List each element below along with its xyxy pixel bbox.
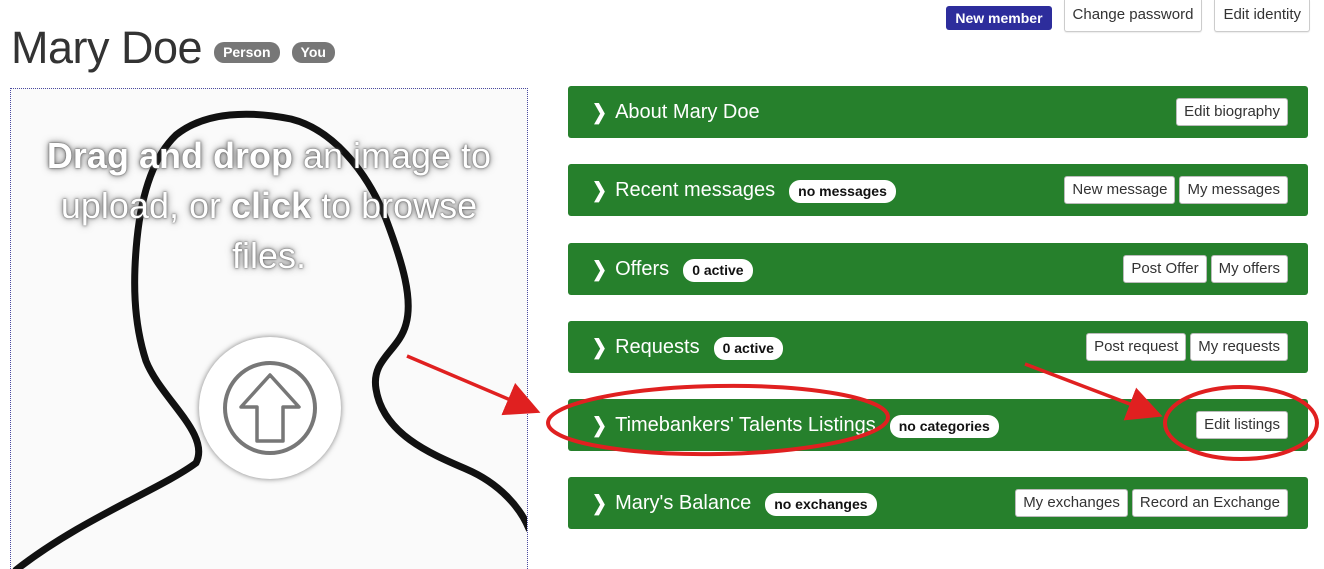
- edit-listings-button[interactable]: Edit listings: [1196, 411, 1288, 439]
- panel-balance[interactable]: ❯ Mary's Balance no exchanges My exchang…: [568, 477, 1308, 529]
- chevron-right-icon: ❯: [592, 99, 608, 123]
- upload-button[interactable]: [199, 337, 341, 479]
- my-requests-button[interactable]: My requests: [1190, 333, 1288, 361]
- status-badge: no messages: [789, 179, 896, 203]
- drag-drop-label: Drag and drop: [46, 135, 293, 176]
- my-offers-button[interactable]: My offers: [1210, 255, 1288, 283]
- top-actions: New member Change password Edit identity: [946, 0, 1310, 32]
- new-message-button[interactable]: New message: [1064, 176, 1176, 204]
- panel-title: Timebankers' Talents Listings: [615, 413, 876, 436]
- panel-requests[interactable]: ❯ Requests 0 active Post request My requ…: [568, 321, 1308, 373]
- chevron-right-icon: ❯: [592, 334, 608, 358]
- panel-title: About Mary Doe: [615, 100, 760, 123]
- status-badge: 0 active: [713, 336, 783, 360]
- panel-talents-listings[interactable]: ❯ Timebankers' Talents Listings no categ…: [568, 399, 1308, 451]
- new-member-badge: New member: [946, 6, 1052, 30]
- my-messages-button[interactable]: My messages: [1179, 176, 1288, 204]
- panel-about[interactable]: ❯ About Mary Doe Edit biography: [568, 86, 1308, 138]
- chevron-right-icon: ❯: [592, 412, 608, 436]
- status-badge: 0 active: [683, 258, 753, 282]
- chevron-right-icon: ❯: [592, 490, 608, 514]
- title-row: Mary Doe Person You: [11, 22, 335, 74]
- drop-instructions: Drag and drop an image to upload, or cli…: [31, 131, 507, 281]
- upload-arrow-icon: [223, 361, 317, 455]
- person-badge: Person: [214, 41, 280, 63]
- status-badge: no exchanges: [765, 492, 877, 516]
- you-badge: You: [291, 41, 335, 63]
- panel-title: Mary's Balance: [615, 491, 752, 514]
- panel-title: Offers: [615, 257, 670, 280]
- panel-recent-messages[interactable]: ❯ Recent messages no messages New messag…: [568, 164, 1308, 216]
- panel-title: Recent messages: [615, 178, 776, 201]
- edit-identity-button[interactable]: Edit identity: [1214, 0, 1310, 32]
- status-badge: no categories: [889, 414, 999, 438]
- panel-title: Requests: [615, 335, 700, 358]
- post-offer-button[interactable]: Post Offer: [1123, 255, 1207, 283]
- page-title: Mary Doe: [11, 22, 203, 73]
- edit-biography-button[interactable]: Edit biography: [1176, 98, 1288, 126]
- change-password-button[interactable]: Change password: [1063, 0, 1203, 32]
- image-upload-dropzone[interactable]: Drag and drop an image to upload, or cli…: [10, 88, 528, 569]
- my-exchanges-button[interactable]: My exchanges: [1015, 489, 1128, 517]
- click-label: click: [230, 185, 312, 226]
- record-exchange-button[interactable]: Record an Exchange: [1131, 489, 1288, 517]
- chevron-right-icon: ❯: [592, 177, 608, 201]
- chevron-right-icon: ❯: [592, 256, 608, 280]
- post-request-button[interactable]: Post request: [1086, 333, 1187, 361]
- panel-offers[interactable]: ❯ Offers 0 active Post Offer My offers: [568, 243, 1308, 295]
